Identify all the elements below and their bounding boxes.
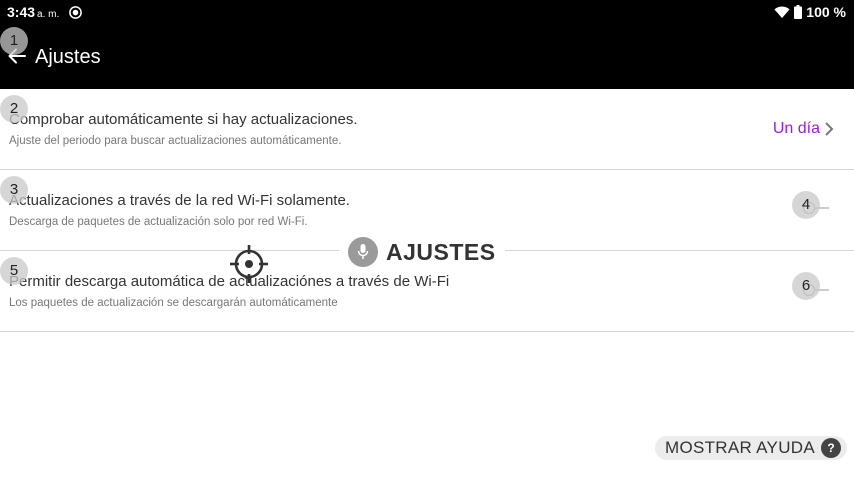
battery-level: 100 % xyxy=(806,4,846,20)
battery-icon xyxy=(794,5,803,19)
status-time: 3:43 a. m. xyxy=(7,4,59,20)
status-right: 100 % xyxy=(774,4,846,20)
crosshair-icon xyxy=(230,245,268,283)
setting-title: Actualizaciones a través de la red Wi-Fi… xyxy=(9,192,350,209)
status-time-value: 3:43 xyxy=(7,4,36,20)
setting-subtitle: Descarga de paquetes de actualización so… xyxy=(9,216,308,228)
marker-badge-6: 6 xyxy=(792,272,820,300)
show-help-label: MOSTRAR AYUDA xyxy=(665,438,815,457)
overlay-text: AJUSTES xyxy=(386,238,496,265)
help-question-icon: ? xyxy=(821,438,841,458)
marker-badge-4: 4 xyxy=(792,191,820,219)
microphone-icon xyxy=(348,237,378,267)
setting-title: Comprobar automáticamente si hay actuali… xyxy=(9,111,358,128)
period-value: Un día xyxy=(772,120,820,137)
setting-row-check-updates[interactable]: Comprobar automáticamente si hay actuali… xyxy=(0,89,854,170)
wifi-icon xyxy=(774,6,790,18)
period-value-link[interactable]: Un día xyxy=(773,120,834,138)
status-bar: 3:43 a. m. 100 % xyxy=(0,0,854,25)
sync-icon xyxy=(69,6,82,19)
voice-overlay-label: AJUSTES xyxy=(339,234,505,270)
marker-badge-3: 3 xyxy=(0,176,28,204)
chevron-right-icon xyxy=(825,122,834,136)
marker-badge-5: 5 xyxy=(0,257,28,285)
marker-badge-2: 2 xyxy=(0,95,28,123)
setting-subtitle: Ajuste del periodo para buscar actualiza… xyxy=(9,135,342,147)
marker-badge-back: 1 xyxy=(0,27,28,55)
setting-subtitle: Los paquetes de actualización se descarg… xyxy=(9,297,338,309)
status-ampm: a. m. xyxy=(37,9,60,20)
app-bar: Ajustes xyxy=(0,25,854,89)
show-help-button[interactable]: MOSTRAR AYUDA ? xyxy=(655,436,847,460)
page-title: Ajustes xyxy=(35,46,101,68)
